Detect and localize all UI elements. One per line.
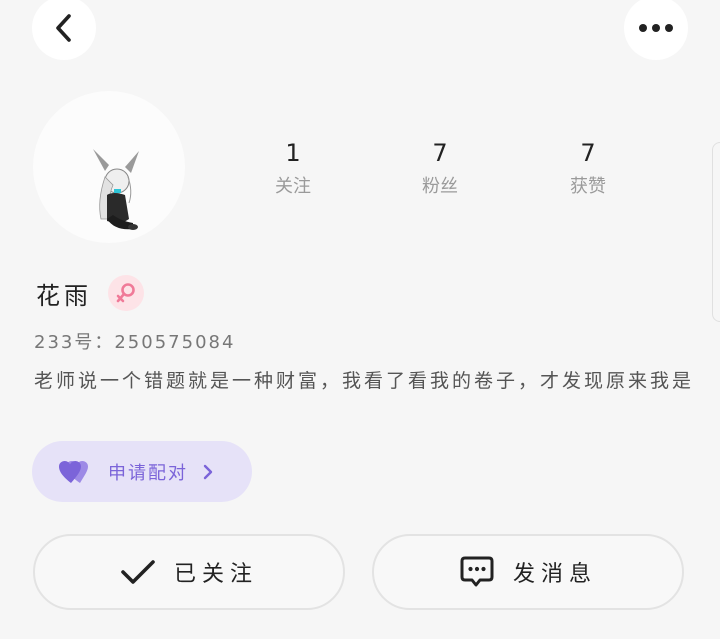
apply-match-label: 申请配对 [108, 462, 188, 484]
heart-pair-icon [58, 459, 92, 485]
username: 花雨 [36, 282, 92, 310]
more-options-button[interactable] [624, 0, 688, 60]
likes-label: 获赞 [570, 176, 606, 197]
followed-button[interactable]: 已关注 [33, 534, 345, 610]
avatar-illustration [93, 149, 139, 230]
back-button[interactable] [32, 0, 96, 60]
fans-count: 7 [432, 139, 448, 167]
more-horizontal-icon [639, 24, 673, 32]
followed-label: 已关注 [173, 562, 258, 587]
stat-following[interactable]: 1 关注 [253, 138, 333, 198]
following-count: 1 [285, 139, 301, 167]
uid-line: 233号：250575084 [34, 328, 235, 354]
female-symbol-icon [116, 283, 135, 303]
fans-label: 粉丝 [422, 176, 458, 197]
uid-value: 250575084 [114, 332, 236, 353]
apply-match-button[interactable]: 申请配对 [32, 441, 252, 502]
uid-label: 233号： [34, 332, 115, 353]
stat-likes[interactable]: 7 获赞 [548, 138, 628, 198]
avatar[interactable] [33, 91, 185, 243]
chevron-right-icon [202, 463, 214, 481]
chevron-left-icon [56, 14, 71, 42]
send-message-label: 发消息 [512, 562, 597, 587]
side-panel-edge[interactable] [712, 142, 720, 322]
checkmark-icon [121, 560, 155, 584]
stat-fans[interactable]: 7 粉丝 [400, 138, 480, 198]
chat-bubble-icon [460, 556, 494, 587]
likes-count: 7 [580, 139, 596, 167]
following-label: 关注 [275, 176, 311, 197]
gender-badge [108, 275, 144, 311]
send-message-button[interactable]: 发消息 [372, 534, 684, 610]
bio: 老师说一个错题就是一种财富，我看了看我的卷子，才发现原来我是 [34, 370, 695, 392]
